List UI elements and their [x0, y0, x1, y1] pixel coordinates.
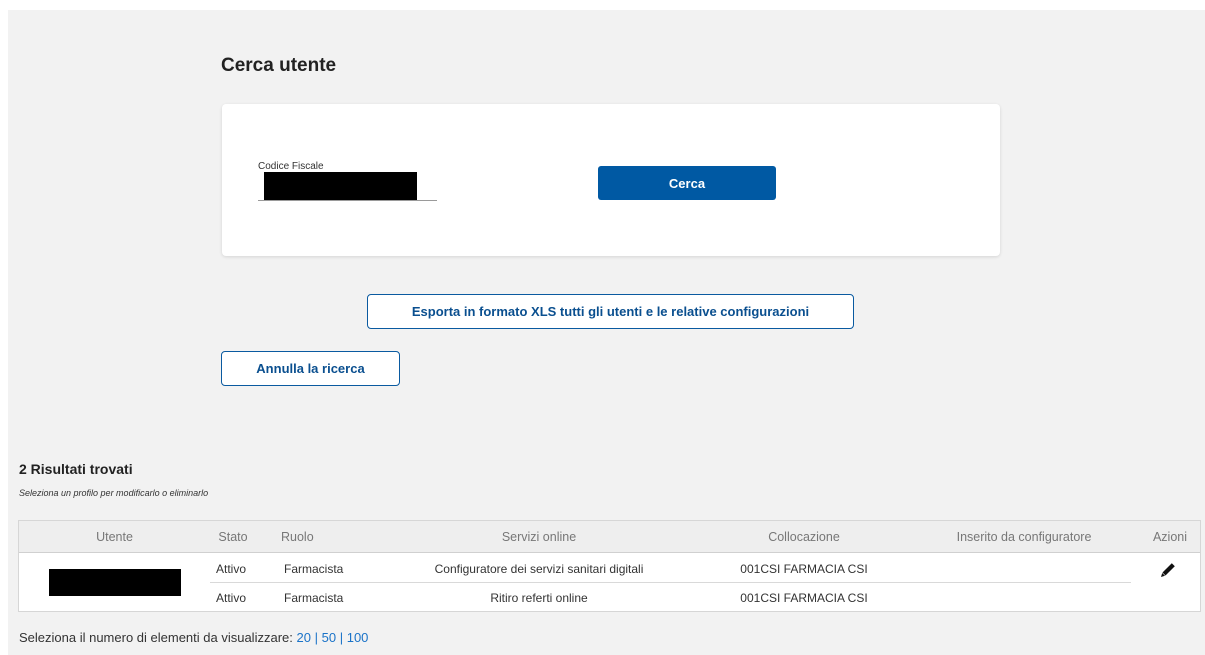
export-xls-button[interactable]: Esporta in formato XLS tutti gli utenti … — [367, 294, 854, 329]
row2-servizi: Ritiro referti online — [490, 591, 588, 605]
column-header-ruolo: Ruolo — [281, 530, 314, 544]
column-header-utente: Utente — [96, 530, 133, 544]
row1-stato: Attivo — [216, 562, 247, 576]
row-divider — [210, 582, 1131, 583]
row1-collocazione: 001CSI FARMACIA CSI — [740, 562, 868, 576]
codice-fiscale-label: Codice Fiscale — [258, 161, 324, 172]
cancel-search-button[interactable]: Annulla la ricerca — [221, 351, 400, 386]
search-card: Codice Fiscale Cerca — [222, 104, 1000, 256]
results-count-title: 2 Risultati trovati — [19, 461, 133, 477]
pager-separator: | — [339, 630, 344, 645]
column-header-azioni: Azioni — [1152, 530, 1188, 544]
input-underline — [258, 200, 437, 201]
row2-stato: Attivo — [216, 591, 247, 605]
column-header-inserito: Inserito da configuratore — [956, 530, 1092, 544]
row2-inserito — [919, 584, 1129, 612]
row1-servizi: Configuratore dei servizi sanitari digit… — [434, 562, 644, 576]
pager-separator: | — [314, 630, 318, 645]
page-title: Cerca utente — [221, 55, 337, 76]
page-size-selector: Seleziona il numero di elementi da visua… — [19, 630, 368, 645]
column-header-servizi: Servizi online — [501, 530, 577, 544]
pencil-icon[interactable] — [1160, 562, 1176, 578]
row1-inserito — [919, 555, 1129, 583]
page-size-option-100[interactable]: 100 — [347, 630, 369, 645]
table-header: Utente Stato Ruolo Servizi online Colloc… — [19, 521, 1200, 553]
row1-ruolo: Farmacista — [284, 562, 344, 576]
row2-collocazione: 001CSI FARMACIA CSI — [740, 591, 868, 605]
codice-fiscale-input[interactable] — [264, 172, 417, 200]
page-size-option-20[interactable]: 20 — [297, 630, 311, 645]
column-header-collocazione: Collocazione — [768, 530, 840, 544]
column-header-stato: Stato — [218, 530, 248, 544]
utente-cell[interactable] — [49, 569, 181, 596]
page-size-label: Seleziona il numero di elementi da visua… — [19, 630, 293, 645]
row2-ruolo: Farmacista — [284, 591, 344, 605]
results-hint: Seleziona un profilo per modificarlo o e… — [19, 488, 209, 498]
page-size-option-50[interactable]: 50 — [322, 630, 336, 645]
search-button[interactable]: Cerca — [598, 166, 776, 200]
results-table: Utente Stato Ruolo Servizi online Colloc… — [18, 520, 1201, 612]
